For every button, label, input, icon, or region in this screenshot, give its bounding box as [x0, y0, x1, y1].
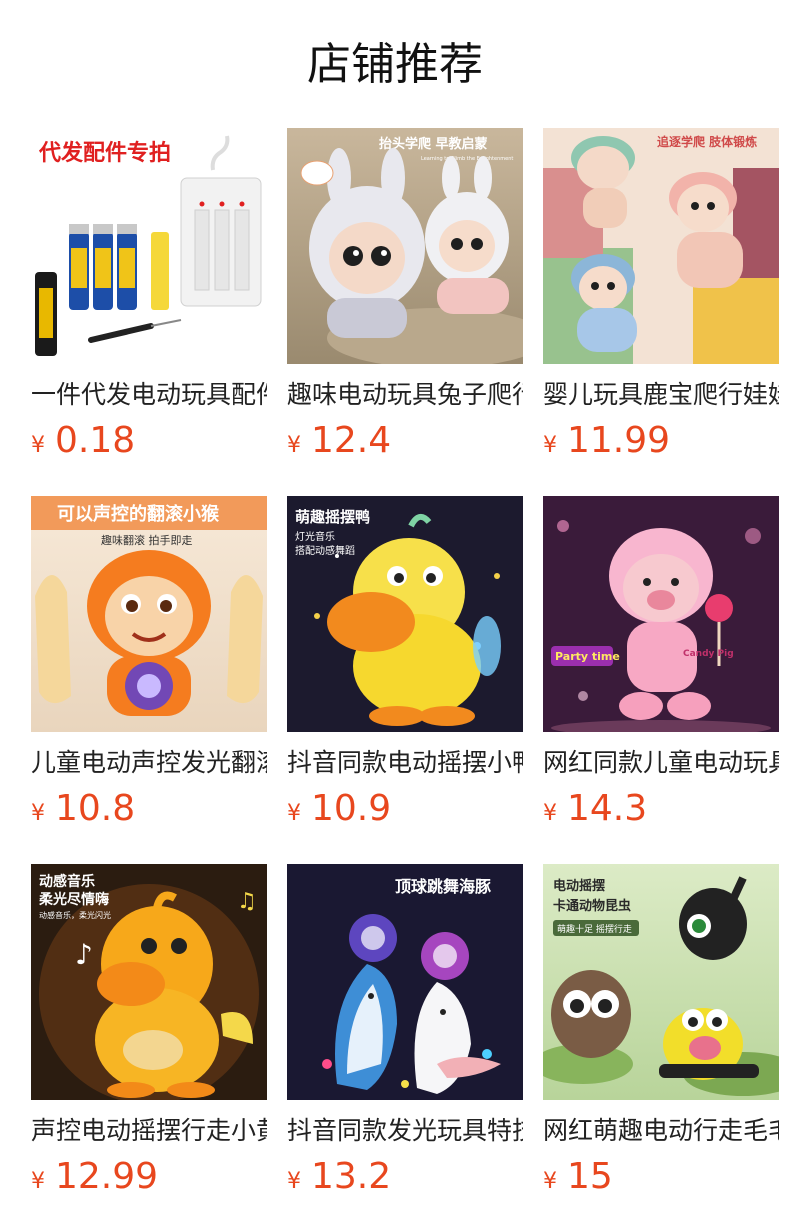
product-card[interactable]: 可以声控的翻滚小猴 趣味翻滚 拍手即走 儿童电动声控发光翻滚小猴 ¥ 10.8	[31, 496, 267, 864]
banner-subtext: Candy Pig	[683, 649, 734, 659]
battery-charger-image[interactable]: 代发配件专拍	[31, 128, 267, 364]
banner-subtext-2: 动感音乐，柔光闪光	[39, 910, 111, 920]
deer-doll-image[interactable]: 追逐学爬 肢体锻炼	[543, 128, 779, 364]
price-value: 0.18	[55, 420, 136, 461]
product-price: ¥ 10.8	[31, 788, 267, 829]
banner-subtext: 卡通动物昆虫	[553, 898, 631, 914]
currency-symbol: ¥	[543, 433, 557, 458]
banner-text: 代发配件专拍	[38, 140, 171, 166]
banner-text: 追逐学爬 肢体锻炼	[657, 134, 757, 149]
product-card[interactable]: 追逐学爬 肢体锻炼 婴儿玩具鹿宝爬行娃娃 ¥ 11.99	[543, 128, 779, 496]
price-value: 15	[567, 1156, 613, 1197]
product-card[interactable]: 萌趣摇摆鸭 灯光音乐 搭配动感舞蹈 抖音同款电动摇摆小鸭 ¥ 10.9	[287, 496, 523, 864]
product-name[interactable]: 抖音同款发光玩具特技海豚	[287, 1114, 523, 1148]
currency-symbol: ¥	[543, 801, 557, 826]
currency-symbol: ¥	[31, 1169, 45, 1194]
banner-subtext: Learning to Climb the Enlightenment	[421, 156, 513, 162]
product-grid: 代发配件专拍 一件代发电动玩具配件 ¥ 0.18 抬头学爬 早教启蒙 Learn…	[31, 128, 790, 1232]
banner-text: 萌趣摇摆鸭	[295, 508, 370, 526]
product-card[interactable]: 顶球跳舞海豚 抖音同款发光玩具特技海豚 ¥ 13.2	[287, 864, 523, 1232]
product-price: ¥ 13.2	[287, 1156, 523, 1197]
monkey-toy-image[interactable]: 可以声控的翻滚小猴 趣味翻滚 拍手即走	[31, 496, 267, 732]
product-card[interactable]: 代发配件专拍 一件代发电动玩具配件 ¥ 0.18	[31, 128, 267, 496]
product-name[interactable]: 抖音同款电动摇摆小鸭	[287, 746, 523, 780]
banner-text: Party time	[555, 650, 620, 663]
price-value: 11.99	[567, 420, 671, 461]
product-name[interactable]: 婴儿玩具鹿宝爬行娃娃	[543, 378, 779, 412]
banner-subtext: 柔光尽情嗨	[38, 891, 109, 908]
price-value: 10.8	[55, 788, 136, 829]
page-title: 店铺推荐	[307, 39, 483, 90]
product-price: ¥ 12.4	[287, 420, 523, 461]
banner-subtext: 趣味翻滚 拍手即走	[101, 533, 193, 547]
product-name[interactable]: 儿童电动声控发光翻滚小猴	[31, 746, 267, 780]
product-price: ¥ 14.3	[543, 788, 779, 829]
product-price: ¥ 12.99	[31, 1156, 267, 1197]
dolphin-toy-image[interactable]: 顶球跳舞海豚	[287, 864, 523, 1100]
price-value: 12.4	[311, 420, 392, 461]
svg-text:♪: ♪	[75, 938, 93, 971]
product-card[interactable]: 动感音乐 柔光尽情嗨 动感音乐，柔光闪光 ♪ ♫ 声控电动摇摆行走小黄鸭 ¥ 1…	[31, 864, 267, 1232]
currency-symbol: ¥	[287, 1169, 301, 1194]
currency-symbol: ¥	[31, 801, 45, 826]
insect-toy-image[interactable]: 电动摇摆 卡通动物昆虫 萌趣十足 摇摆行走	[543, 864, 779, 1100]
product-name[interactable]: 声控电动摇摆行走小黄鸭	[31, 1114, 267, 1148]
bunny-doll-image[interactable]: 抬头学爬 早教启蒙 Learning to Climb the Enlighte…	[287, 128, 523, 364]
product-name[interactable]: 网红萌趣电动行走毛毛虫	[543, 1114, 779, 1148]
price-value: 10.9	[311, 788, 392, 829]
product-price: ¥ 15	[543, 1156, 779, 1197]
banner-text: 电动摇摆	[553, 878, 605, 894]
price-value: 12.99	[55, 1156, 159, 1197]
price-value: 14.3	[567, 788, 648, 829]
currency-symbol: ¥	[287, 801, 301, 826]
svg-text:♫: ♫	[237, 889, 257, 914]
product-name[interactable]: 趣味电动玩具兔子爬行娃娃	[287, 378, 523, 412]
product-price: ¥ 10.9	[287, 788, 523, 829]
banner-subtext-2: 搭配动感舞蹈	[295, 544, 355, 557]
banner-text: 顶球跳舞海豚	[395, 877, 491, 896]
pig-toy-image[interactable]: Party time Candy Pig	[543, 496, 779, 732]
product-card[interactable]: Party time Candy Pig 网红同款儿童电动玩具小猪 ¥ 14.3	[543, 496, 779, 864]
product-card[interactable]: 抬头学爬 早教启蒙 Learning to Climb the Enlighte…	[287, 128, 523, 496]
banner-subtext-2: 萌趣十足 摇摆行走	[557, 923, 632, 935]
product-card[interactable]: 电动摇摆 卡通动物昆虫 萌趣十足 摇摆行走 网红萌趣电动行走毛 ¥ 15	[543, 864, 779, 1232]
banner-text: 可以声控的翻滚小猴	[57, 503, 220, 525]
price-value: 13.2	[311, 1156, 392, 1197]
yellow-duck-image[interactable]: 动感音乐 柔光尽情嗨 动感音乐，柔光闪光 ♪ ♫	[31, 864, 267, 1100]
product-price: ¥ 0.18	[31, 420, 267, 461]
currency-symbol: ¥	[287, 433, 301, 458]
currency-symbol: ¥	[543, 1169, 557, 1194]
product-price: ¥ 11.99	[543, 420, 779, 461]
duck-toy-image[interactable]: 萌趣摇摆鸭 灯光音乐 搭配动感舞蹈	[287, 496, 523, 732]
banner-text: 动感音乐	[39, 873, 95, 890]
product-name[interactable]: 一件代发电动玩具配件	[31, 378, 267, 412]
currency-symbol: ¥	[31, 433, 45, 458]
banner-subtext: 灯光音乐	[295, 530, 335, 543]
product-name[interactable]: 网红同款儿童电动玩具小猪	[543, 746, 779, 780]
